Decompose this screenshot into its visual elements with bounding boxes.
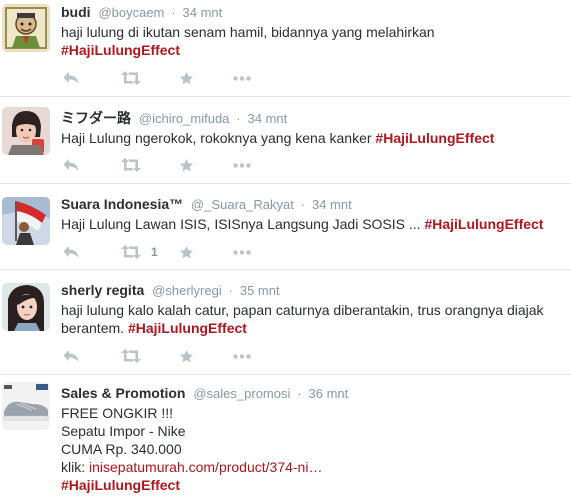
hashtag-link[interactable]: #HajiLulungEffect [424, 216, 543, 232]
tweet-header: budi @boycaem · 34 mnt [61, 2, 565, 22]
retweet-icon [121, 71, 141, 85]
tweet-text: Haji Lulung Lawan ISIS, ISISnya Langsung… [61, 215, 565, 233]
user-handle[interactable]: @sales_promosi [193, 386, 290, 401]
tweet-line: FREE ONGKIR !!! [61, 405, 174, 421]
tweet-actions [63, 69, 263, 87]
tweet-text: FREE ONGKIR !!! Sepatu Impor - Nike CUMA… [61, 404, 565, 494]
favorite-button[interactable] [179, 156, 233, 174]
avatar-image-budi [2, 4, 50, 52]
avatar[interactable] [2, 382, 50, 430]
separator-dot: · [236, 111, 241, 126]
retweet-icon [121, 158, 141, 172]
tweet[interactable]: ミフダー路 @ichiro_mifuda · 34 mnt Haji Lulun… [0, 97, 571, 184]
separator-dot: · [300, 197, 306, 212]
tweet-body: Haji Lulung Lawan ISIS, ISISnya Langsung… [61, 216, 425, 232]
hashtag-link[interactable]: #HajiLulungEffect [61, 477, 180, 493]
hashtag-link[interactable]: #HajiLulungEffect [61, 42, 180, 58]
reply-icon [63, 159, 79, 171]
reply-button[interactable] [63, 243, 121, 261]
link-prefix: klik: [61, 459, 89, 475]
retweet-icon [121, 245, 141, 259]
more-dots-icon [233, 162, 251, 168]
tweet-header: Suara Indonesia™ @_Suara_Rakyat · 34 mnt [61, 194, 565, 214]
tweet[interactable]: Sales & Promotion @sales_promosi · 36 mn… [0, 375, 571, 504]
tweet-text: haji lulung di ikutan senam hamil, bidan… [61, 23, 565, 59]
tweet-header: ミフダー路 @ichiro_mifuda · 34 mnt [61, 108, 565, 128]
tweet-timestamp[interactable]: 34 mnt [183, 5, 223, 20]
separator-dot: · [171, 5, 176, 20]
star-icon [179, 71, 194, 84]
avatar-image-suara-indonesia [2, 197, 50, 245]
user-handle[interactable]: @_Suara_Rakyat [191, 197, 294, 212]
retweet-button[interactable] [121, 156, 179, 174]
tweet-timestamp[interactable]: 36 mnt [309, 386, 349, 401]
user-fullname[interactable]: ミフダー路 [61, 110, 131, 126]
tweet-body: haji lulung di ikutan senam hamil, bidan… [61, 24, 435, 40]
tweet-line: Sepatu Impor - Nike [61, 423, 186, 439]
tweet-timestamp[interactable]: 34 mnt [248, 111, 288, 126]
avatar[interactable] [2, 283, 50, 331]
avatar[interactable] [2, 107, 50, 155]
more-button[interactable] [233, 243, 263, 261]
avatar-image-sales-promotion [2, 382, 50, 430]
retweet-button[interactable]: 1 [121, 243, 179, 261]
reply-button[interactable] [63, 156, 121, 174]
tweet-header: sherly regita @sherlyregi · 35 mnt [61, 280, 565, 300]
star-icon [179, 158, 194, 171]
avatar[interactable] [2, 4, 50, 52]
tweet-body: Haji Lulung ngerokok, rokoknya yang kena… [61, 130, 376, 146]
product-link[interactable]: inisepatumurah.com/product/374-ni… [89, 459, 322, 475]
more-button[interactable] [233, 69, 263, 87]
retweet-count: 1 [151, 245, 158, 259]
star-icon [179, 245, 194, 258]
reply-icon [63, 350, 79, 362]
tweet[interactable]: budi @boycaem · 34 mnt haji lulung di ik… [0, 0, 571, 97]
tweet-header: Sales & Promotion @sales_promosi · 36 mn… [61, 383, 565, 403]
star-icon [179, 349, 194, 362]
tweet-timeline: budi @boycaem · 34 mnt haji lulung di ik… [0, 0, 571, 504]
more-button[interactable] [233, 156, 263, 174]
user-fullname[interactable]: sherly regita [61, 282, 144, 298]
more-button[interactable] [233, 347, 263, 365]
favorite-button[interactable] [179, 243, 233, 261]
hashtag-link[interactable]: #HajiLulungEffect [128, 320, 247, 336]
tweet-timestamp[interactable]: 34 mnt [312, 197, 352, 212]
separator-dot: · [228, 283, 233, 298]
favorite-button[interactable] [179, 347, 233, 365]
tweet-line: CUMA Rp. 340.000 [61, 441, 182, 457]
more-dots-icon [233, 353, 251, 359]
user-handle[interactable]: @boycaem [98, 5, 164, 20]
tweet-timestamp[interactable]: 35 mnt [240, 283, 280, 298]
tweet-actions: 1 [63, 243, 263, 261]
tweet-link-line: klik: inisepatumurah.com/product/374-ni… [61, 458, 565, 476]
tweet-actions [63, 156, 263, 174]
tweet[interactable]: Suara Indonesia™ @_Suara_Rakyat · 34 mnt… [0, 184, 571, 270]
tweet-actions [63, 347, 263, 365]
user-fullname[interactable]: budi [61, 4, 91, 20]
retweet-icon [121, 349, 141, 363]
user-handle[interactable]: @ichiro_mifuda [139, 111, 230, 126]
avatar[interactable] [2, 197, 50, 245]
more-dots-icon [233, 75, 251, 81]
retweet-button[interactable] [121, 347, 179, 365]
more-dots-icon [233, 249, 251, 255]
tweet-text: Haji Lulung ngerokok, rokoknya yang kena… [61, 129, 565, 147]
favorite-button[interactable] [179, 69, 233, 87]
avatar-image-sherly [2, 283, 50, 331]
reply-button[interactable] [63, 69, 121, 87]
reply-button[interactable] [63, 347, 121, 365]
separator-dot: · [297, 386, 302, 401]
hashtag-link[interactable]: #HajiLulungEffect [375, 130, 494, 146]
avatar-image-mifuda [2, 107, 50, 155]
tweet-text: haji lulung kalo kalah catur, papan catu… [61, 301, 565, 337]
user-fullname[interactable]: Suara Indonesia™ [61, 196, 183, 212]
tweet[interactable]: sherly regita @sherlyregi · 35 mnt haji … [0, 270, 571, 375]
user-handle[interactable]: @sherlyregi [152, 283, 222, 298]
reply-icon [63, 72, 79, 84]
reply-icon [63, 246, 79, 258]
retweet-button[interactable] [121, 69, 179, 87]
user-fullname[interactable]: Sales & Promotion [61, 385, 185, 401]
